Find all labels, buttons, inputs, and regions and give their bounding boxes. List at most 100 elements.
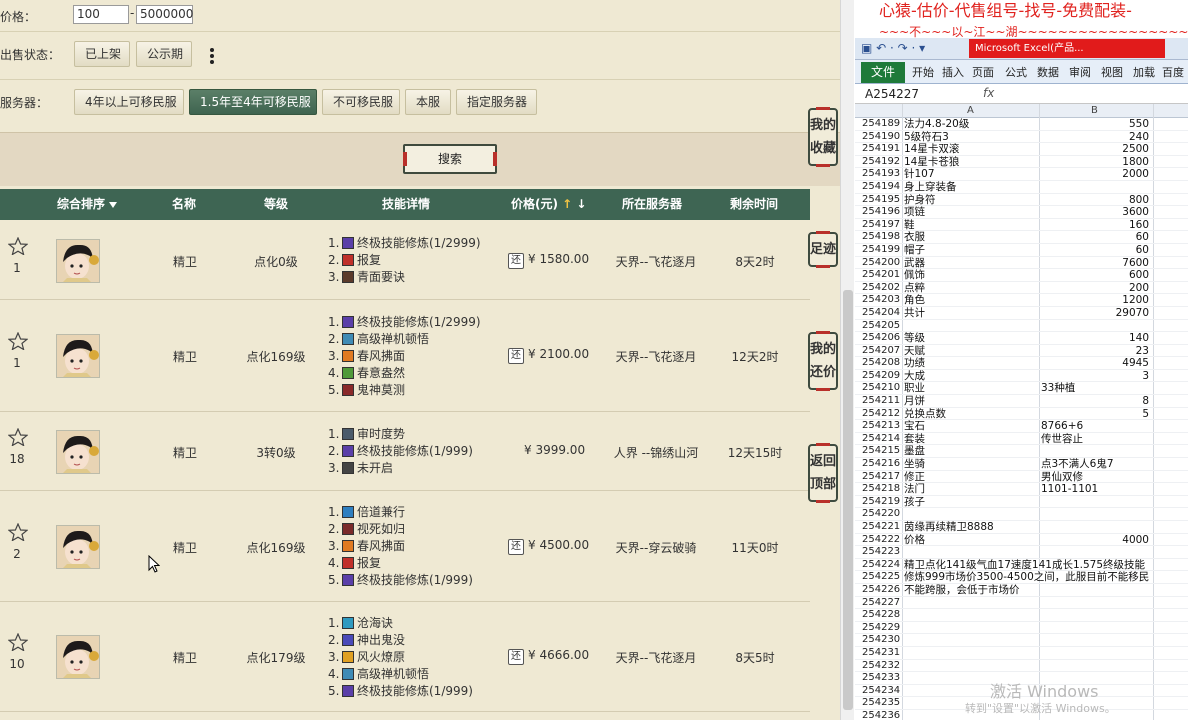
cell-b[interactable]: 550: [1041, 118, 1151, 131]
row-number[interactable]: 254190: [862, 131, 902, 144]
sheet-row[interactable]: 254197 鞋 160: [855, 219, 1188, 232]
skill-item[interactable]: 3. 春风拂面: [328, 538, 508, 555]
row-number[interactable]: 254223: [862, 546, 902, 559]
cell-a[interactable]: 大成: [904, 370, 1039, 383]
status-listed-button[interactable]: 已上架: [74, 41, 130, 67]
sheet-row[interactable]: 254226 不能跨服，会低于市场价: [855, 584, 1188, 597]
row-number[interactable]: 254216: [862, 458, 902, 471]
row-number[interactable]: 254207: [862, 345, 902, 358]
cell-b[interactable]: 160: [1041, 219, 1151, 232]
bargain-tag-icon[interactable]: 还: [508, 538, 524, 555]
sheet-row[interactable]: 254195 护身符 800: [855, 194, 1188, 207]
row-number[interactable]: 254232: [862, 660, 902, 673]
server-1-5yr-button[interactable]: 1.5年至4年可移民服: [189, 89, 317, 115]
tab-file[interactable]: 文件: [861, 62, 905, 83]
avatar[interactable]: [56, 524, 100, 569]
row-number[interactable]: 254193: [862, 168, 902, 181]
table-row[interactable]: 1 精卫 点化0级 1. 终极技能修炼(1/2999) 2. 报复 3. 青面要诀 还 ¥ 1580…: [0, 221, 810, 300]
table-row[interactable]: 18 精卫 3转0级 1. 审时度势 2. 终极技能修炼(1/999) 3. 未开启 ¥ 3999…: [0, 412, 810, 491]
row-number[interactable]: 254206: [862, 332, 902, 345]
sheet-row[interactable]: 254230: [855, 634, 1188, 647]
cell-b[interactable]: 23: [1041, 345, 1151, 358]
row-number[interactable]: 254199: [862, 244, 902, 257]
cell-b[interactable]: 1101-1101: [1041, 483, 1151, 496]
row-number[interactable]: 254226: [862, 584, 902, 597]
cell-a[interactable]: 14星卡双滚: [904, 143, 1039, 156]
cell-a[interactable]: 孩子: [904, 496, 1039, 509]
skill-item[interactable]: 1. 终极技能修炼(1/2999): [328, 235, 508, 252]
search-button[interactable]: 搜索: [403, 144, 497, 174]
row-number[interactable]: 254228: [862, 609, 902, 622]
skill-item[interactable]: 1. 终极技能修炼(1/2999): [328, 314, 508, 331]
sheet-row[interactable]: 254199 帽子 60: [855, 244, 1188, 257]
cell-b[interactable]: 8: [1041, 395, 1151, 408]
row-number[interactable]: 254219: [862, 496, 902, 509]
skill-item[interactable]: 1. 倍道兼行: [328, 504, 508, 521]
cell-b[interactable]: 240: [1041, 131, 1151, 144]
skill-item[interactable]: 5. 终极技能修炼(1/999): [328, 572, 508, 589]
skill-item[interactable]: 2. 神出鬼没: [328, 632, 508, 649]
sheet-row[interactable]: 254193 针107 2000: [855, 168, 1188, 181]
bargain-tag-icon[interactable]: 还: [508, 252, 524, 269]
sheet-row[interactable]: 254215 墨盘: [855, 445, 1188, 459]
sheet-row[interactable]: 254216 坐骑 点3不满人6鬼7: [855, 458, 1188, 471]
cell-b[interactable]: 4000: [1041, 534, 1151, 547]
sheet-row[interactable]: 254219 孩子: [855, 496, 1188, 509]
row-number[interactable]: 254235: [862, 697, 902, 710]
row-number[interactable]: 254191: [862, 143, 902, 156]
row-number[interactable]: 254195: [862, 194, 902, 207]
cell-a[interactable]: 不能跨服，会低于市场价: [904, 584, 1188, 597]
cell-a[interactable]: 月饼: [904, 395, 1039, 408]
tab-addins[interactable]: 加载: [1133, 64, 1155, 80]
cell-b[interactable]: 3600: [1041, 206, 1151, 219]
cell-a[interactable]: 点粹: [904, 282, 1039, 295]
sort-up-icon[interactable]: ↑: [562, 197, 572, 211]
row-number[interactable]: 254218: [862, 483, 902, 496]
sheet-row[interactable]: 254221 茵缘再续精卫8888: [855, 521, 1188, 534]
cell-a[interactable]: 帽子: [904, 244, 1039, 257]
cell-a[interactable]: 法门: [904, 483, 1039, 496]
cell-a[interactable]: 修正: [904, 471, 1039, 484]
row-number[interactable]: 254231: [862, 647, 902, 660]
cell-a[interactable]: 鞋: [904, 219, 1039, 232]
sheet-row[interactable]: 254205: [855, 320, 1188, 333]
sort-header[interactable]: 综合排序: [57, 189, 118, 220]
sheet-row[interactable]: 254209 大成 3: [855, 370, 1188, 383]
sheet-row[interactable]: 254212 兑换点数 5: [855, 408, 1188, 421]
tab-view[interactable]: 视图: [1101, 64, 1123, 80]
cell-a[interactable]: 价格: [904, 534, 1039, 547]
row-number[interactable]: 254203: [862, 294, 902, 307]
cell-b[interactable]: 8766+6: [1041, 420, 1151, 433]
cell-a[interactable]: 法力4.8-20级: [904, 118, 1039, 131]
cell-b[interactable]: 60: [1041, 244, 1151, 257]
row-number[interactable]: 254234: [862, 685, 902, 698]
bargain-tag-icon[interactable]: 还: [508, 649, 524, 665]
tab-my-favorites[interactable]: 我的收藏: [808, 107, 838, 167]
cell-b[interactable]: 29070: [1041, 307, 1151, 320]
cell-a[interactable]: 14星卡苍狼: [904, 156, 1039, 169]
cell-b[interactable]: 5: [1041, 408, 1151, 421]
row-number[interactable]: 254200: [862, 257, 902, 270]
row-number[interactable]: 254198: [862, 231, 902, 244]
row-number[interactable]: 254210: [862, 382, 902, 395]
row-number[interactable]: 254236: [862, 710, 902, 720]
server-specified-button[interactable]: 指定服务器: [456, 89, 537, 115]
server-4yr-button[interactable]: 4年以上可移民服: [74, 89, 184, 115]
sheet-row[interactable]: 254213 宝石 8766+6: [855, 420, 1188, 433]
row-number[interactable]: 254192: [862, 156, 902, 169]
cell-a[interactable]: 项链: [904, 206, 1039, 219]
cell-a[interactable]: 针107: [904, 168, 1039, 181]
sheet-row[interactable]: 254189 法力4.8-20级 550: [855, 118, 1188, 131]
skill-item[interactable]: 2. 高级禅机顿悟: [328, 331, 508, 348]
sheet-row[interactable]: 254231: [855, 647, 1188, 660]
skill-item[interactable]: 3. 春风拂面: [328, 348, 508, 365]
table-row[interactable]: 10 精卫 点化179级 1. 沧海诀 2. 神出鬼没 3. 风火燎原 4. 高级禅机顿悟 5. 终极技…: [0, 602, 810, 712]
cell-a[interactable]: 天赋: [904, 345, 1039, 358]
cell-a[interactable]: 墨盘: [904, 445, 1039, 458]
sheet-row[interactable]: 254194 身上穿装备: [855, 181, 1188, 194]
sheet-row[interactable]: 254214 套装 传世容止: [855, 433, 1188, 446]
sheet-row[interactable]: 254227: [855, 597, 1188, 610]
cell-b[interactable]: 200: [1041, 282, 1151, 295]
row-number[interactable]: 254204: [862, 307, 902, 320]
row-number[interactable]: 254205: [862, 320, 902, 333]
